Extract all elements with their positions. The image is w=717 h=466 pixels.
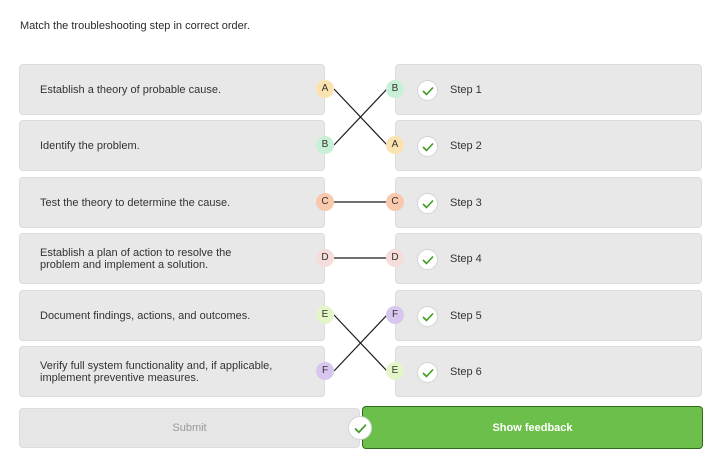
step-label: Step 4 bbox=[450, 253, 482, 265]
check-icon bbox=[417, 193, 438, 214]
badge-d[interactable]: D bbox=[386, 249, 404, 267]
badge-e[interactable]: E bbox=[386, 362, 404, 380]
check-icon bbox=[417, 80, 438, 101]
badge-c[interactable]: C bbox=[386, 193, 404, 211]
step-label: Step 6 bbox=[450, 366, 482, 378]
left-item-text: Establish a plan of action to resolve th… bbox=[40, 246, 232, 271]
badge-f[interactable]: F bbox=[386, 306, 404, 324]
instruction-text: Match the troubleshooting step in correc… bbox=[20, 20, 250, 32]
badge-d[interactable]: D bbox=[316, 249, 334, 267]
left-item-text: Establish a theory of probable cause. bbox=[40, 83, 222, 96]
left-item[interactable]: Verify full system functionality and, if… bbox=[19, 346, 325, 397]
left-item[interactable]: Identify the problem. bbox=[19, 120, 325, 171]
left-item[interactable]: Document findings, actions, and outcomes… bbox=[19, 290, 325, 341]
check-icon bbox=[417, 249, 438, 270]
left-item-text: Test the theory to determine the cause. bbox=[40, 196, 231, 209]
badge-b[interactable]: B bbox=[386, 80, 404, 98]
left-item-text: Verify full system functionality and, if… bbox=[40, 359, 273, 384]
right-item-step-3[interactable]: Step 3 bbox=[395, 177, 702, 228]
show-feedback-button[interactable]: Show feedback bbox=[362, 406, 703, 449]
submit-label: Submit bbox=[172, 422, 207, 434]
right-item-step-1[interactable]: Step 1 bbox=[395, 64, 702, 115]
right-item-step-4[interactable]: Step 4 bbox=[395, 233, 702, 284]
connector-line bbox=[333, 314, 388, 372]
badge-f[interactable]: F bbox=[316, 362, 334, 380]
left-item[interactable]: Establish a theory of probable cause. bbox=[19, 64, 325, 115]
badge-c[interactable]: C bbox=[316, 193, 334, 211]
left-item[interactable]: Test the theory to determine the cause. bbox=[19, 177, 325, 228]
connector-line bbox=[333, 314, 388, 372]
check-icon bbox=[417, 306, 438, 327]
badge-b[interactable]: B bbox=[316, 136, 334, 154]
badge-a[interactable]: A bbox=[386, 136, 404, 154]
check-icon bbox=[348, 416, 372, 440]
show-feedback-label: Show feedback bbox=[492, 421, 573, 434]
step-label: Step 5 bbox=[450, 310, 482, 322]
check-icon bbox=[417, 136, 438, 157]
right-item-step-5[interactable]: Step 5 bbox=[395, 290, 702, 341]
right-item-step-6[interactable]: Step 6 bbox=[395, 346, 702, 397]
submit-button[interactable]: Submit bbox=[19, 408, 360, 448]
connector-line bbox=[333, 88, 388, 146]
step-label: Step 2 bbox=[450, 140, 482, 152]
right-item-step-2[interactable]: Step 2 bbox=[395, 120, 702, 171]
left-item[interactable]: Establish a plan of action to resolve th… bbox=[19, 233, 325, 284]
step-label: Step 3 bbox=[450, 197, 482, 209]
connector-line bbox=[333, 88, 388, 146]
left-item-text: Identify the problem. bbox=[40, 139, 140, 152]
left-item-text: Document findings, actions, and outcomes… bbox=[40, 309, 251, 322]
badge-a[interactable]: A bbox=[316, 80, 334, 98]
badge-e[interactable]: E bbox=[316, 306, 334, 324]
check-icon bbox=[417, 362, 438, 383]
step-label: Step 1 bbox=[450, 84, 482, 96]
